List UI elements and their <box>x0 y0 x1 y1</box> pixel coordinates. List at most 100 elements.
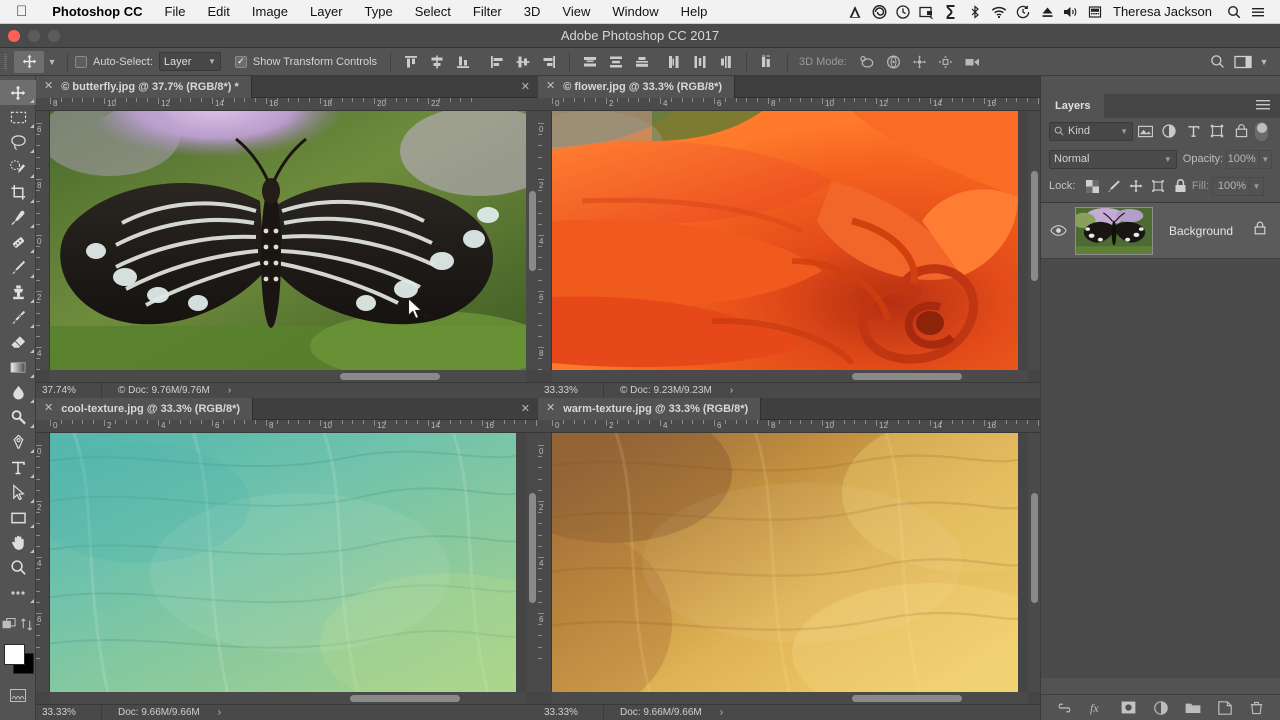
scrollbar-thumb[interactable] <box>1031 171 1038 281</box>
status-expand-arrow-icon[interactable]: › <box>720 707 723 718</box>
lasso-tool[interactable] <box>0 130 36 155</box>
distribute-vertical-centers-button[interactable] <box>603 51 629 73</box>
horizontal-type-tool[interactable] <box>0 455 36 480</box>
align-horizontal-centers-button[interactable] <box>510 51 536 73</box>
close-icon[interactable]: ✕ <box>44 81 53 92</box>
edit-toolbar-tool[interactable] <box>0 580 36 605</box>
document-size-info[interactable]: Doc: 9.66M/9.66M › <box>604 707 723 718</box>
eye-icon[interactable] <box>1041 225 1075 236</box>
eraser-tool[interactable] <box>0 330 36 355</box>
document-size-info[interactable]: © Doc: 9.23M/9.23M › <box>604 385 733 396</box>
creative-cloud-icon[interactable] <box>867 0 891 24</box>
rectangular-marquee-tool[interactable] <box>0 105 36 130</box>
pan-3d-icon[interactable] <box>907 51 933 73</box>
scrollbar-thumb[interactable] <box>1031 493 1038 603</box>
close-icon[interactable]: ✕ <box>546 403 555 414</box>
close-icon[interactable]: ✕ <box>44 403 53 414</box>
layer-row[interactable]: Background <box>1041 203 1280 259</box>
options-bar-grip[interactable] <box>0 48 10 76</box>
orbit-3d-icon[interactable] <box>855 51 881 73</box>
document-tab-flower[interactable]: ✕ © flower.jpg @ 33.3% (RGB/8*) <box>538 76 735 98</box>
smart-object-filter-icon[interactable] <box>1229 120 1253 142</box>
opacity-field[interactable]: 100% <box>1226 150 1260 169</box>
lock-artboard-nesting-icon[interactable] <box>1147 175 1169 197</box>
menu-edit[interactable]: Edit <box>196 4 240 19</box>
delete-layer-icon[interactable] <box>1247 698 1267 718</box>
vertical-scrollbar[interactable] <box>526 111 538 370</box>
fill-field[interactable]: 100% <box>1212 177 1250 196</box>
menu-type[interactable]: Type <box>354 4 404 19</box>
move-tool[interactable] <box>0 80 36 105</box>
align-right-edges-button[interactable] <box>536 51 562 73</box>
link-layers-icon[interactable] <box>1055 698 1075 718</box>
adjustment-layer-filter-icon[interactable] <box>1157 120 1181 142</box>
slide-3d-icon[interactable] <box>933 51 959 73</box>
layer-mask-icon[interactable] <box>1119 698 1139 718</box>
vertical-scrollbar[interactable] <box>1028 111 1040 370</box>
menu-select[interactable]: Select <box>404 4 462 19</box>
vertical-ruler[interactable]: 0246 <box>36 433 50 692</box>
canvas-cool-texture[interactable] <box>50 433 516 692</box>
search-icon[interactable] <box>1222 0 1246 24</box>
scrollbar-thumb[interactable] <box>340 373 440 380</box>
align-left-edges-button[interactable] <box>484 51 510 73</box>
quick-mask-icon[interactable] <box>2 618 17 631</box>
align-bottom-edges-button[interactable] <box>450 51 476 73</box>
opacity-chevron-down-icon[interactable]: ▼ <box>1260 150 1272 169</box>
new-group-icon[interactable] <box>1183 698 1203 718</box>
horizontal-ruler[interactable]: 810121416182022 <box>36 98 538 111</box>
adjustment-layer-icon[interactable] <box>1151 698 1171 718</box>
distribute-top-edges-button[interactable] <box>577 51 603 73</box>
horizontal-scrollbar[interactable] <box>552 370 1028 382</box>
lock-all-icon[interactable] <box>1169 175 1191 197</box>
tab-layers[interactable]: Layers <box>1041 94 1104 118</box>
scrollbar-thumb[interactable] <box>852 695 962 702</box>
distribute-bottom-edges-button[interactable] <box>629 51 655 73</box>
shortcuts-icon[interactable] <box>939 0 963 24</box>
shape-layer-filter-icon[interactable] <box>1205 120 1229 142</box>
document-tab-cool-texture[interactable]: ✕ cool-texture.jpg @ 33.3% (RGB/8*) <box>36 398 253 420</box>
clock-icon[interactable] <box>891 0 915 24</box>
panel-menu-icon[interactable] <box>1256 99 1280 113</box>
zoom-level-field[interactable]: 37.74% <box>36 383 102 399</box>
quick-selection-tool[interactable] <box>0 155 36 180</box>
align-vertical-centers-button[interactable] <box>424 51 450 73</box>
document-size-info[interactable]: Doc: 9.66M/9.66M › <box>102 707 221 718</box>
vertical-ruler[interactable]: 68024 <box>36 111 50 370</box>
status-expand-arrow-icon[interactable]: › <box>228 385 231 396</box>
horizontal-scrollbar[interactable] <box>552 692 1028 704</box>
camera-3d-icon[interactable] <box>959 51 985 73</box>
display-icon[interactable] <box>915 0 939 24</box>
document-tab-butterfly[interactable]: ✕ © butterfly.jpg @ 37.7% (RGB/8*) * <box>36 76 252 98</box>
menu-app-name[interactable]: Photoshop CC <box>41 4 153 19</box>
menu-file[interactable]: File <box>154 4 197 19</box>
foreground-color-swatch[interactable] <box>4 644 25 665</box>
screen-mode-icon[interactable] <box>20 618 34 631</box>
path-selection-tool[interactable] <box>0 480 36 505</box>
menu-user-name[interactable]: Theresa Jackson <box>1107 4 1222 19</box>
blur-tool[interactable] <box>0 380 36 405</box>
quick-mask-mode-toggle[interactable] <box>0 683 36 708</box>
scrollbar-thumb[interactable] <box>852 373 962 380</box>
menu-image[interactable]: Image <box>241 4 299 19</box>
vertical-scrollbar[interactable] <box>526 433 538 692</box>
menu-3d[interactable]: 3D <box>513 4 552 19</box>
new-layer-icon[interactable] <box>1215 698 1235 718</box>
show-transform-checkbox[interactable]: ✓ <box>235 56 247 68</box>
distribute-right-edges-button[interactable] <box>713 51 739 73</box>
filter-enable-toggle[interactable] <box>1255 122 1268 141</box>
fill-chevron-down-icon[interactable]: ▼ <box>1250 177 1264 196</box>
pen-tool[interactable] <box>0 430 36 455</box>
document-tab-warm-texture[interactable]: ✕ warm-texture.jpg @ 33.3% (RGB/8*) <box>538 398 761 420</box>
show-transform-group[interactable]: ✓ Show Transform Controls <box>235 56 383 68</box>
horizontal-scrollbar[interactable] <box>50 692 526 704</box>
menu-view[interactable]: View <box>551 4 601 19</box>
tool-preset-chevron-down-icon[interactable]: ▼ <box>44 57 60 67</box>
workspace-chevron-down-icon[interactable]: ▼ <box>1256 57 1272 67</box>
zoom-level-field[interactable]: 33.33% <box>538 705 604 720</box>
zoom-tool[interactable] <box>0 555 36 580</box>
auto-select-dropdown[interactable]: Layer ▼ <box>159 52 221 71</box>
pixel-layer-filter-icon[interactable] <box>1133 120 1157 142</box>
menu-layer[interactable]: Layer <box>299 4 354 19</box>
rectangle-tool[interactable] <box>0 505 36 530</box>
